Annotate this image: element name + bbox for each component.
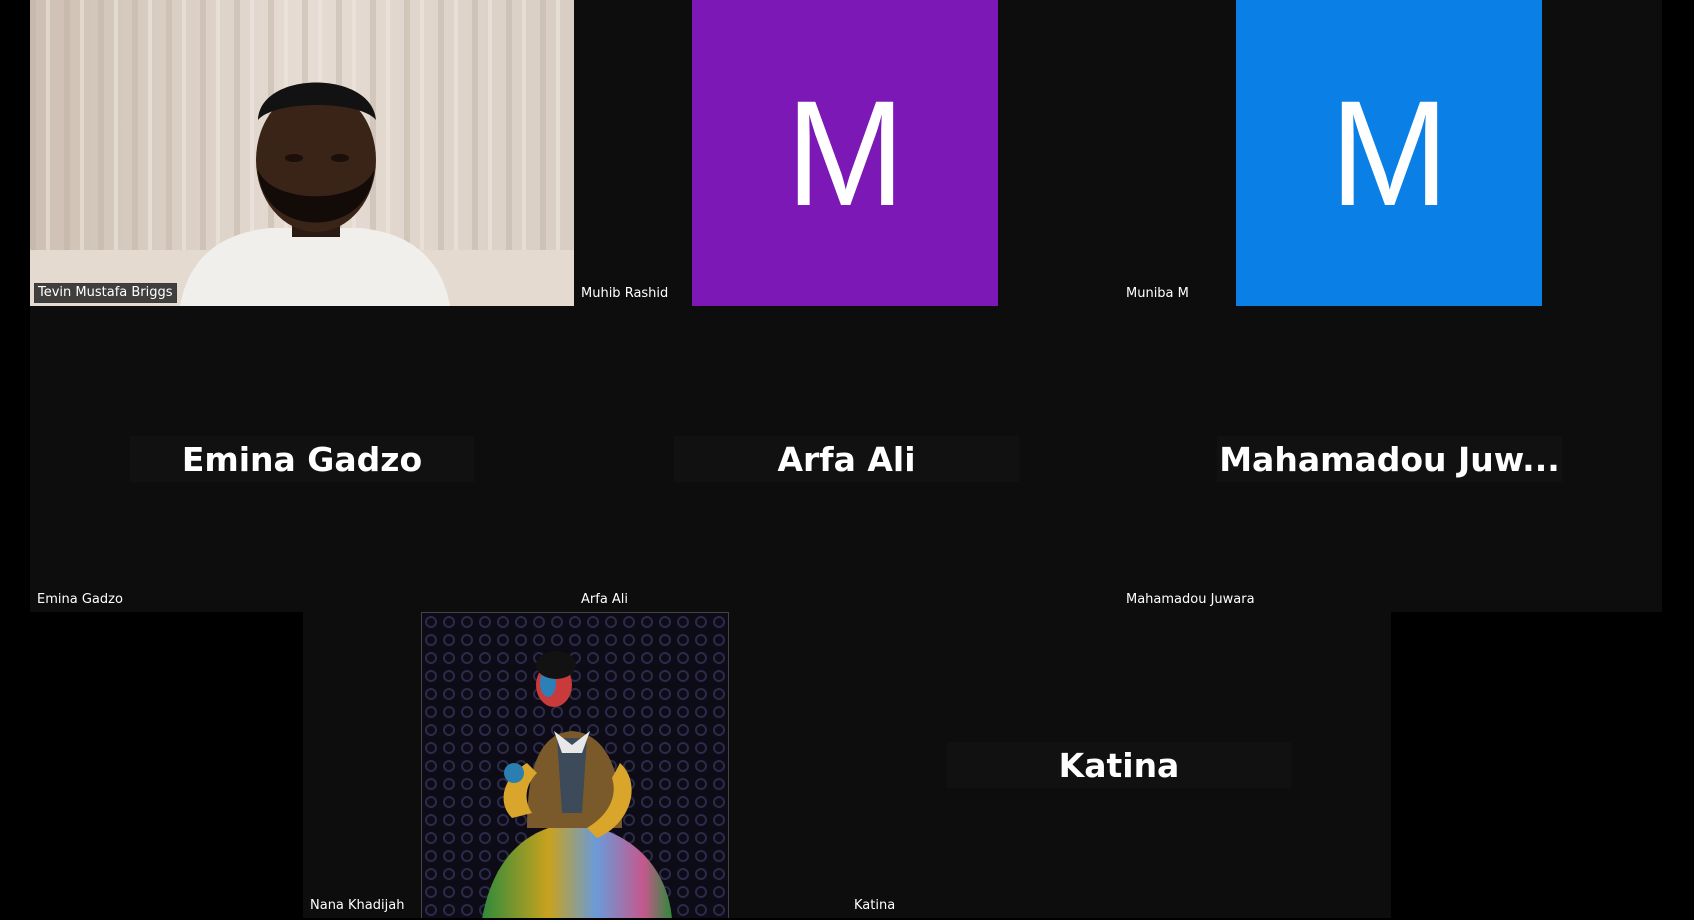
participant-name-plate: Emina Gadzo: [130, 436, 474, 482]
webcam-video: [30, 0, 574, 306]
participant-tile-mahamadou[interactable]: Mahamadou Juw... Mahamadou Juwara: [1119, 306, 1662, 612]
participant-name-label: Nana Khadijah: [310, 898, 405, 913]
portrait-painting-image: [422, 613, 728, 918]
participant-name-label: Arfa Ali: [581, 592, 629, 607]
participant-name-label: Muhib Rashid: [581, 286, 669, 301]
profile-picture: [421, 612, 729, 918]
participant-tile-emina[interactable]: Emina Gadzo Emina Gadzo: [30, 306, 574, 612]
participant-name-label: Mahamadou Juwara: [1126, 592, 1255, 607]
participant-name-label: Emina Gadzo: [37, 592, 123, 607]
participant-name-label: Katina: [854, 898, 896, 913]
participant-tile-nana[interactable]: Nana Khadijah: [303, 612, 847, 918]
video-feed: [30, 0, 574, 306]
avatar-initial: M: [785, 69, 905, 237]
participant-tile-arfa[interactable]: Arfa Ali Arfa Ali: [574, 306, 1119, 612]
avatar: M: [1236, 0, 1542, 306]
avatar: M: [692, 0, 998, 306]
participant-tile-muhib[interactable]: M Muhib Rashid: [574, 0, 1119, 306]
participant-name-label: Tevin Mustafa Briggs: [34, 283, 177, 303]
avatar-initial: M: [1329, 69, 1449, 237]
participant-name-label: Muniba M: [1126, 286, 1189, 301]
participant-tile-muniba[interactable]: M Muniba M: [1119, 0, 1662, 306]
participant-name-plate: Mahamadou Juw...: [1217, 436, 1562, 482]
participant-name-plate: Arfa Ali: [674, 436, 1019, 482]
participant-tile-tevin[interactable]: Tevin Mustafa Briggs: [30, 0, 574, 306]
participant-name-plate: Katina: [947, 742, 1291, 788]
participant-tile-katina[interactable]: Katina Katina: [847, 612, 1391, 918]
